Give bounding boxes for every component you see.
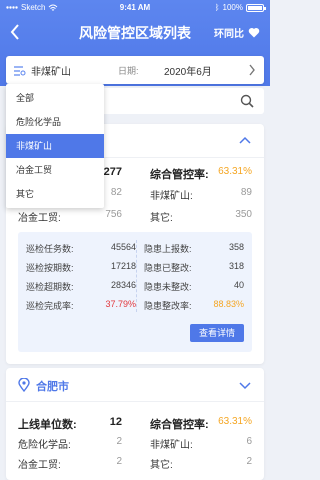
stats-label: 巡检任务数:	[26, 244, 74, 254]
divider	[136, 240, 137, 312]
dropdown-option[interactable]: 其它	[6, 182, 104, 206]
stat-value: 350	[235, 209, 252, 220]
stat-value: 63.31%	[218, 416, 252, 427]
dropdown-option[interactable]: 冶金工贸	[6, 158, 104, 182]
stat-value: 2	[116, 456, 122, 467]
status-right: ᛒ 100%	[214, 3, 266, 12]
battery-percent: 100%	[222, 3, 243, 12]
chevron-up-icon[interactable]	[238, 134, 252, 148]
chevron-right-icon[interactable]	[248, 64, 256, 76]
stats-value: 40	[233, 280, 244, 290]
stats-label: 巡检超期数:	[26, 282, 74, 292]
search-icon[interactable]	[240, 94, 254, 108]
filter-bar: 非煤矿山 日期: 2020年6月	[6, 56, 264, 84]
heart-icon	[248, 27, 260, 38]
stat-label: 其它:	[150, 213, 173, 224]
category-dropdown: 全部 危险化学品 非煤矿山 冶金工贸 其它	[6, 84, 104, 208]
yoy-button[interactable]: 环同比	[214, 25, 260, 40]
stat-label: 上线单位数:	[18, 419, 77, 431]
region-card-header[interactable]: 合肥市	[6, 368, 264, 402]
yoy-label: 环同比	[214, 29, 244, 40]
stat-label: 非煤矿山:	[150, 191, 193, 202]
stats-label: 隐患整改率:	[144, 301, 192, 311]
dropdown-option[interactable]: 全部	[6, 86, 104, 110]
stat-label: 综合管控率:	[150, 419, 209, 431]
stat-value: 63.31%	[218, 166, 252, 177]
chevron-down-icon[interactable]	[238, 378, 252, 392]
stat-label: 冶金工贸:	[18, 213, 61, 224]
location-pin-icon	[18, 378, 30, 392]
stat-value: 2	[116, 436, 122, 447]
stat-label: 冶金工贸:	[18, 460, 61, 471]
stat-value: 12	[109, 416, 122, 428]
stats-label: 隐患已整改:	[144, 263, 192, 273]
stats-label: 巡检按期数:	[26, 263, 74, 273]
stats-label: 隐患上报数:	[144, 244, 192, 254]
stat-label: 危险化学品:	[18, 440, 71, 451]
stats-label: 隐患未整改:	[144, 282, 192, 292]
filter-icon	[14, 65, 26, 76]
stats-value: 358	[228, 242, 244, 252]
stats-value: 37.79%	[105, 299, 136, 309]
status-bar: Sketch 9:41 AM ᛒ 100%	[0, 0, 270, 16]
navbar: 风险管控区域列表 环同比	[0, 18, 270, 46]
stat-value: 6	[246, 436, 252, 447]
date-picker[interactable]: 2020年6月	[164, 63, 212, 78]
category-select-value: 非煤矿山	[31, 67, 71, 78]
stat-label: 其它:	[150, 460, 173, 471]
view-details-button[interactable]: 查看详情	[190, 324, 244, 342]
stats-value: 45564	[110, 242, 136, 252]
stats-label: 巡检完成率:	[26, 301, 74, 311]
stat-value: 89	[240, 187, 252, 198]
battery-icon	[246, 3, 266, 12]
stats-value: 17218	[110, 261, 136, 271]
stats-value: 318	[228, 261, 244, 271]
stat-value: 756	[105, 209, 122, 220]
stats-value: 88.83%	[213, 299, 244, 309]
dropdown-option[interactable]: 危险化学品	[6, 110, 104, 134]
stat-value: 82	[110, 187, 122, 198]
stat-value: 2	[246, 456, 252, 467]
category-select[interactable]: 非煤矿山	[14, 63, 71, 78]
stat-value: 277	[103, 166, 122, 178]
inspection-stats-panel: 巡检任务数: 45564 隐患上报数: 358 巡检按期数: 17218 隐患已…	[18, 232, 252, 352]
bluetooth-icon: ᛒ	[214, 3, 220, 12]
dropdown-option-selected[interactable]: 非煤矿山	[6, 134, 104, 158]
region-card-hefei: 合肥市 上线单位数: 12 综合管控率: 63.31% 危险化学品: 2 非煤矿…	[6, 368, 264, 480]
stats-value: 28346	[110, 280, 136, 290]
stat-label: 综合管控率:	[150, 169, 209, 181]
stat-label: 非煤矿山:	[150, 440, 193, 451]
city-name: 合肥市	[36, 381, 69, 393]
date-label: 日期:	[118, 66, 139, 76]
